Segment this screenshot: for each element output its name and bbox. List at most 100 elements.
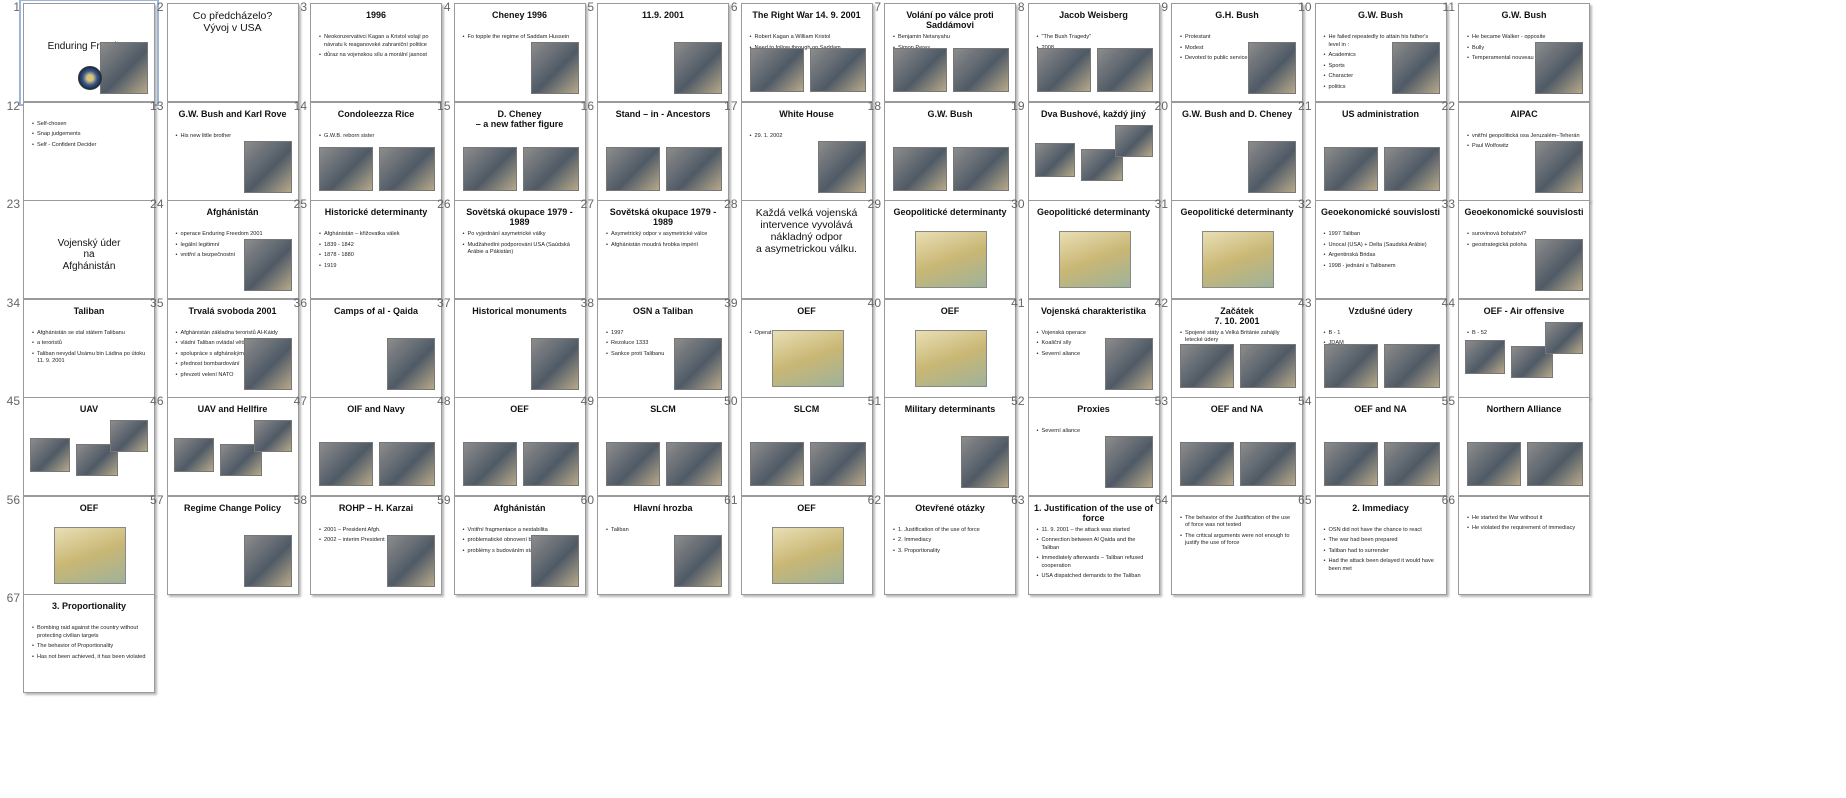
slide-thumbnail[interactable]: Afghánistán operace Enduring Freedom 2001… (166, 200, 299, 299)
slide-thumbnail[interactable]: G.H. BushProtestantModestDevoted to publ… (1171, 3, 1303, 102)
slide-thumbnail[interactable]: Camps of al - Qaida (310, 298, 442, 398)
slide-number: 38 (580, 295, 594, 310)
slide-thumbnail[interactable]: Geopolitické determinanty (1027, 200, 1160, 299)
slide-thumbnail[interactable]: Afghánistán Vnitřní fragmentace a nestabi… (453, 495, 586, 595)
slide-thumbnail[interactable]: White House 29. 1. 2002 (740, 101, 873, 201)
slide-bullet: Mudžahedíni podporováni USA (Saúdská Ará… (463, 242, 579, 257)
slide-thumbnail[interactable]: UAV (23, 397, 155, 496)
slide-thumbnail[interactable]: Condoleezza Rice G.W.B. reborn sister (310, 101, 442, 201)
slide-number: 63 (1011, 492, 1025, 507)
slide-thumbnail[interactable]: Sovětská okupace 1979 - 1989 Asymetrický … (597, 200, 729, 299)
slide-bullet: Unocal (USA) + Delta (Saudská Arábie) (1324, 242, 1440, 250)
slide-thumbnail[interactable]: ROHP – H. Karzai2001 – President Afgh.20… (310, 495, 442, 595)
slide-thumbnail[interactable]: G.W. Bush and Karl Rove His new little br… (166, 101, 299, 201)
slide-thumbnail[interactable]: Vojenská charakteristika Vojenská operace… (1027, 298, 1160, 398)
slide-thumbnail[interactable]: OSN a Taliban1997Rezoluce 1333Sankce pro… (597, 298, 729, 398)
slide-thumbnail[interactable]: G.W. Bush (884, 101, 1016, 201)
slide-thumbnail[interactable]: He started the War without it He violated… (1458, 495, 1590, 595)
slide-thumbnail[interactable]: OEF and NA (1171, 397, 1303, 496)
slide-thumbnail[interactable]: Jacob Weisberg"The Bush Tragedy"2008 (1027, 3, 1160, 102)
slide-thumbnail[interactable]: Regime Change Policy (166, 495, 299, 595)
slide-thumbnail[interactable]: AIPAC vnitřní geopolitická osa Jeruzalém–… (1458, 101, 1590, 201)
slide-photo (54, 526, 126, 584)
slide-thumbnail[interactable]: 1996 Neokonzervativci Kagan a Kristol vol… (310, 3, 442, 102)
slide-thumbnail[interactable]: OEF and NA (1314, 397, 1447, 496)
slide-thumbnail[interactable]: Enduring Freedom (19, 0, 159, 106)
slide-photo (243, 140, 292, 193)
slide-photo (749, 48, 804, 92)
slide-thumbnail[interactable]: Vzdušné úderyB - 1JDAM (1314, 298, 1447, 398)
slide-thumbnail[interactable]: Geoekonomické souvislosti 1997 Taliban Uno… (1314, 200, 1447, 299)
slide-photo (674, 337, 722, 390)
slide-thumbnail[interactable]: Geopolitické determinanty (884, 200, 1016, 299)
slide-photo (1240, 343, 1296, 388)
slide-thumbnail[interactable]: SLCM (597, 397, 729, 496)
slide-thumbnail[interactable]: Hlavní hrozba Taliban (597, 495, 729, 595)
slide-thumbnail[interactable]: OEF (453, 397, 586, 496)
slide-photo (530, 337, 579, 390)
slide-number: 61 (724, 492, 738, 507)
slide-thumbnail[interactable]: The behavior of the Justification of the… (1171, 495, 1303, 595)
slide-thumbnail[interactable]: Trvalá svoboda 2001 Afghánistán základna … (166, 298, 299, 398)
slide-thumbnail[interactable]: Cheney 1996 Fo topple the regime of Sadda… (453, 3, 586, 102)
slide-thumbnail[interactable]: 2. Immediacy OSN did not have the chance … (1314, 495, 1447, 595)
slide-title: Geoekonomické souvislosti (1464, 207, 1584, 217)
slide-thumbnail[interactable]: G.W. BushHe became Walker - oppositeBull… (1458, 3, 1590, 102)
slide-thumbnail[interactable]: Otevřené otázky 1. Justification of the u… (884, 495, 1016, 595)
slide-thumbnail[interactable]: 11.9. 2001 (597, 3, 729, 102)
slide-number: 9 (1161, 0, 1168, 14)
slide-title: Geopolitické determinanty (893, 207, 1007, 217)
slide-thumbnail[interactable]: Military determinants (884, 397, 1016, 496)
slide-thumbnail[interactable]: OEF (884, 298, 1016, 398)
slide-title: G.W. Bush and D. Cheney (1181, 108, 1292, 119)
slide-thumbnail[interactable]: SLCM (740, 397, 873, 496)
slide-title: Začátek 7. 10. 2001 (1214, 305, 1260, 326)
slide-bullets: Self-chosen Snap judgements Self - Confide… (32, 121, 148, 153)
slide-thumbnail[interactable]: OEFOperation Enduring Freedom (740, 298, 873, 398)
slide-thumbnail[interactable]: 3. Proportionality Bombing raid against t… (23, 594, 155, 693)
slide-thumbnail[interactable]: OEF (23, 495, 155, 595)
slide-bullet: 1919 (319, 263, 435, 271)
slide-title: Camps of al - Qaida (333, 305, 419, 316)
slide-thumbnail[interactable]: Sovětská okupace 1979 - 1989 Po vyjednání… (453, 200, 586, 299)
slide-thumbnail[interactable]: Historical monuments (453, 298, 586, 398)
slide-title: Proxies (1077, 404, 1110, 414)
slide-thumbnail[interactable]: Historické determinanty Afghánistán – kři… (310, 200, 442, 299)
slide-thumbnail[interactable]: Každá velká vojenská intervence vyvolává… (740, 200, 873, 299)
slide-title: AIPAC (1510, 108, 1538, 119)
slide-thumbnail[interactable]: Self-chosen Snap judgements Self - Confide… (23, 101, 155, 201)
slide-title: SLCM (793, 404, 820, 414)
slide-title: G.W. Bush (1358, 10, 1403, 20)
slide-bullet: His new little brother (176, 133, 292, 141)
slide-photo (462, 442, 517, 486)
slide-title: Vzdušné údery (1348, 305, 1413, 316)
slide-thumbnail[interactable]: Taliban Afghánistán se stal státem Taliba… (23, 298, 155, 398)
slide-thumbnail[interactable]: D. Cheney – a new father figure (453, 101, 586, 201)
slide-thumbnail[interactable]: Geopolitické determinanty (1171, 200, 1303, 299)
slide-thumbnail[interactable]: US administration (1314, 101, 1447, 201)
slide-thumbnail[interactable]: OEF - Air offensiveB - 52 (1458, 298, 1590, 398)
slide-thumbnail[interactable]: UAV and Hellfire (166, 397, 299, 496)
slide-bullet: The war had been prepared (1324, 537, 1440, 545)
slide-thumbnail[interactable]: G.W. BushHe failed repeatedly to attain … (1314, 3, 1447, 102)
slide-thumbnail[interactable]: OEF (740, 495, 873, 595)
slide-thumbnail[interactable]: Co předcházelo? Vývoj v USA (166, 3, 299, 102)
slide-bullet: 1839 - 1842 (319, 242, 435, 250)
slide-thumbnail[interactable]: Stand – in - Ancestors (597, 101, 729, 201)
slide-thumbnail[interactable]: Volání po válce proti Saddámovi Benjamin … (884, 3, 1016, 102)
slide-thumbnail[interactable]: Dva Bushové, každý jiný (1027, 101, 1160, 201)
slide-number: 17 (724, 98, 738, 113)
slide-thumbnail[interactable]: OIF and Navy (310, 397, 442, 496)
slide-thumbnail[interactable]: 1. Justification of the use of force 11. … (1027, 495, 1160, 595)
slide-photo (771, 526, 844, 584)
slide-bullets: G.W.B. reborn sister (319, 133, 435, 144)
slide-thumbnail[interactable]: Geoekonomické souvislosti surovinová boha… (1458, 200, 1590, 299)
slide-thumbnail[interactable]: Vojenský úder na Afghánistán (23, 200, 155, 299)
slide-number: 52 (1011, 394, 1025, 408)
slide-thumbnail[interactable]: Proxies Severní aliance (1027, 397, 1160, 496)
slide-thumbnail[interactable]: G.W. Bush and D. Cheney (1171, 101, 1303, 201)
slide-thumbnail[interactable]: Začátek 7. 10. 2001 Spojené státy a Velká… (1171, 298, 1303, 398)
slide-thumbnail[interactable]: Northern Alliance (1458, 397, 1590, 496)
slide-thumbnail[interactable]: The Right War 14. 9. 2001 Robert Kagan a … (740, 3, 873, 102)
slide-bullet: Afghánistán se stal státem Talibanu (32, 330, 148, 338)
